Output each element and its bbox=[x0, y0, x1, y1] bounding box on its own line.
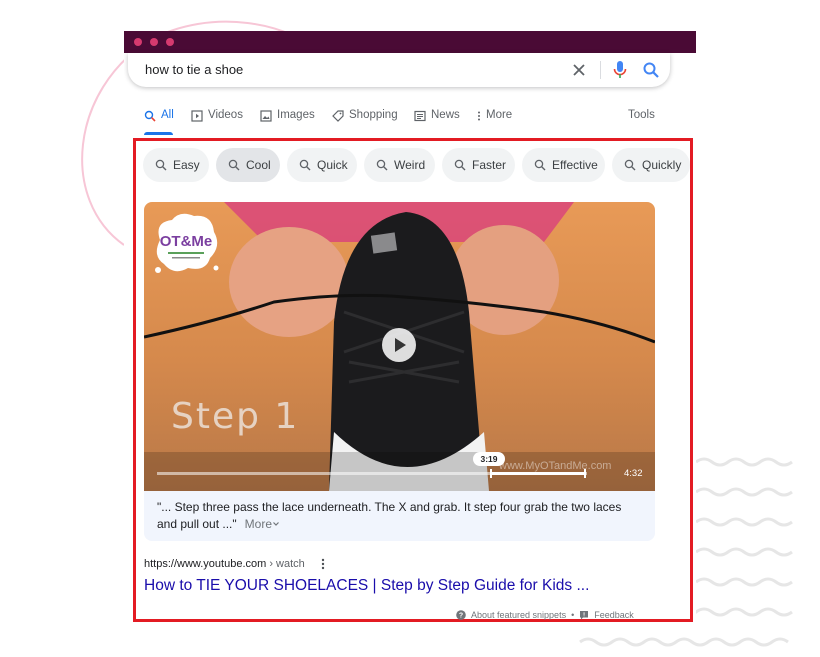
tab-images[interactable]: Images bbox=[260, 109, 315, 135]
search-icon bbox=[454, 159, 466, 171]
window-titlebar bbox=[124, 31, 696, 53]
chip-label: Quickly bbox=[642, 158, 682, 172]
about-featured-snippets-link[interactable]: About featured snippets bbox=[471, 610, 566, 620]
search-box[interactable]: how to tie a shoe bbox=[128, 53, 670, 87]
svg-text:?: ? bbox=[459, 613, 463, 620]
browser-window: how to tie a shoe All Videos Images Shop… bbox=[124, 31, 696, 627]
image-icon bbox=[260, 110, 272, 122]
search-tabs: All Videos Images Shopping News More Too… bbox=[144, 109, 684, 135]
chip-faster[interactable]: Faster bbox=[442, 148, 515, 182]
result-url[interactable]: https://www.youtube.com › watch bbox=[144, 558, 305, 570]
snippet-caption: "... Step three pass the lace underneath… bbox=[144, 491, 655, 541]
chip-label: Cool bbox=[246, 158, 271, 172]
tab-news[interactable]: News bbox=[414, 109, 460, 135]
window-maximize-dot[interactable] bbox=[166, 38, 174, 46]
channel-logo: OT&Me bbox=[150, 210, 222, 276]
help-icon: ? bbox=[456, 610, 466, 620]
search-icon bbox=[534, 159, 546, 171]
tab-label: More bbox=[486, 109, 513, 121]
key-moment-segment[interactable] bbox=[490, 469, 586, 478]
chip-cool[interactable]: Cool bbox=[216, 148, 280, 182]
tab-label: News bbox=[431, 109, 460, 121]
url-path: › watch bbox=[266, 558, 305, 570]
footer-separator: • bbox=[571, 610, 575, 620]
vertical-dots-icon bbox=[478, 111, 480, 121]
url-host: https://www.youtube.com bbox=[144, 558, 267, 570]
screenshot-stage: how to tie a shoe All Videos Images Shop… bbox=[0, 0, 820, 657]
microphone-icon[interactable] bbox=[612, 60, 628, 80]
chip-label: Weird bbox=[394, 158, 426, 172]
tag-icon bbox=[332, 110, 344, 122]
window-close-dot[interactable] bbox=[134, 38, 142, 46]
play-button[interactable] bbox=[382, 328, 416, 362]
caption-text: "... Step three pass the lace underneath… bbox=[157, 500, 622, 531]
chip-label: Effective bbox=[552, 158, 598, 172]
search-icon bbox=[228, 159, 240, 171]
tab-videos[interactable]: Videos bbox=[191, 109, 243, 135]
chip-label: Easy bbox=[173, 158, 200, 172]
newspaper-icon bbox=[414, 110, 426, 122]
logo-text: OT&Me bbox=[160, 233, 213, 250]
refinement-chips: Easy Cool Quick Weird Faster Effective Q… bbox=[143, 148, 691, 184]
feedback-icon bbox=[580, 611, 589, 620]
chip-weird[interactable]: Weird bbox=[364, 148, 435, 182]
more-link[interactable]: More bbox=[245, 517, 280, 531]
search-icon bbox=[624, 159, 636, 171]
chip-label: Quick bbox=[317, 158, 348, 172]
tab-more[interactable]: More bbox=[477, 109, 512, 135]
search-icon bbox=[376, 159, 388, 171]
tab-label: Shopping bbox=[349, 109, 398, 121]
chip-effective[interactable]: Effective bbox=[522, 148, 605, 182]
tab-label: Images bbox=[277, 109, 315, 121]
video-duration: 4:32 bbox=[624, 468, 643, 479]
more-options-icon[interactable] bbox=[317, 557, 329, 571]
chevron-down-icon bbox=[273, 522, 279, 526]
video-icon bbox=[191, 110, 203, 122]
tab-shopping[interactable]: Shopping bbox=[332, 109, 398, 135]
chip-label: Faster bbox=[472, 158, 507, 172]
result-title-link[interactable]: How to TIE YOUR SHOELACES | Step by Step… bbox=[144, 577, 589, 595]
video-overlay-text: Step 1 bbox=[171, 396, 300, 437]
current-time-bubble: 3:19 bbox=[473, 452, 505, 466]
tab-label: Videos bbox=[208, 109, 243, 121]
snippet-footer: ? About featured snippets • Feedback bbox=[456, 608, 634, 622]
search-icon bbox=[144, 110, 156, 122]
chip-quick[interactable]: Quick bbox=[287, 148, 357, 182]
search-icon bbox=[299, 159, 311, 171]
tools-button[interactable]: Tools bbox=[628, 109, 655, 121]
chip-quickly[interactable]: Quickly bbox=[612, 148, 690, 182]
search-icon bbox=[155, 159, 167, 171]
tab-label: All bbox=[161, 109, 174, 121]
search-icon[interactable] bbox=[642, 61, 660, 79]
chip-easy[interactable]: Easy bbox=[143, 148, 209, 182]
active-tab-indicator bbox=[144, 132, 173, 135]
window-minimize-dot[interactable] bbox=[150, 38, 158, 46]
search-divider bbox=[600, 61, 601, 79]
feedback-link[interactable]: Feedback bbox=[594, 610, 634, 620]
more-label: More bbox=[244, 517, 272, 531]
close-icon[interactable] bbox=[570, 61, 588, 79]
video-player[interactable]: OT&Me Step 1 www.MyOTandMe.com 3:19 4:32 bbox=[144, 202, 655, 491]
search-input[interactable]: how to tie a shoe bbox=[145, 62, 243, 77]
